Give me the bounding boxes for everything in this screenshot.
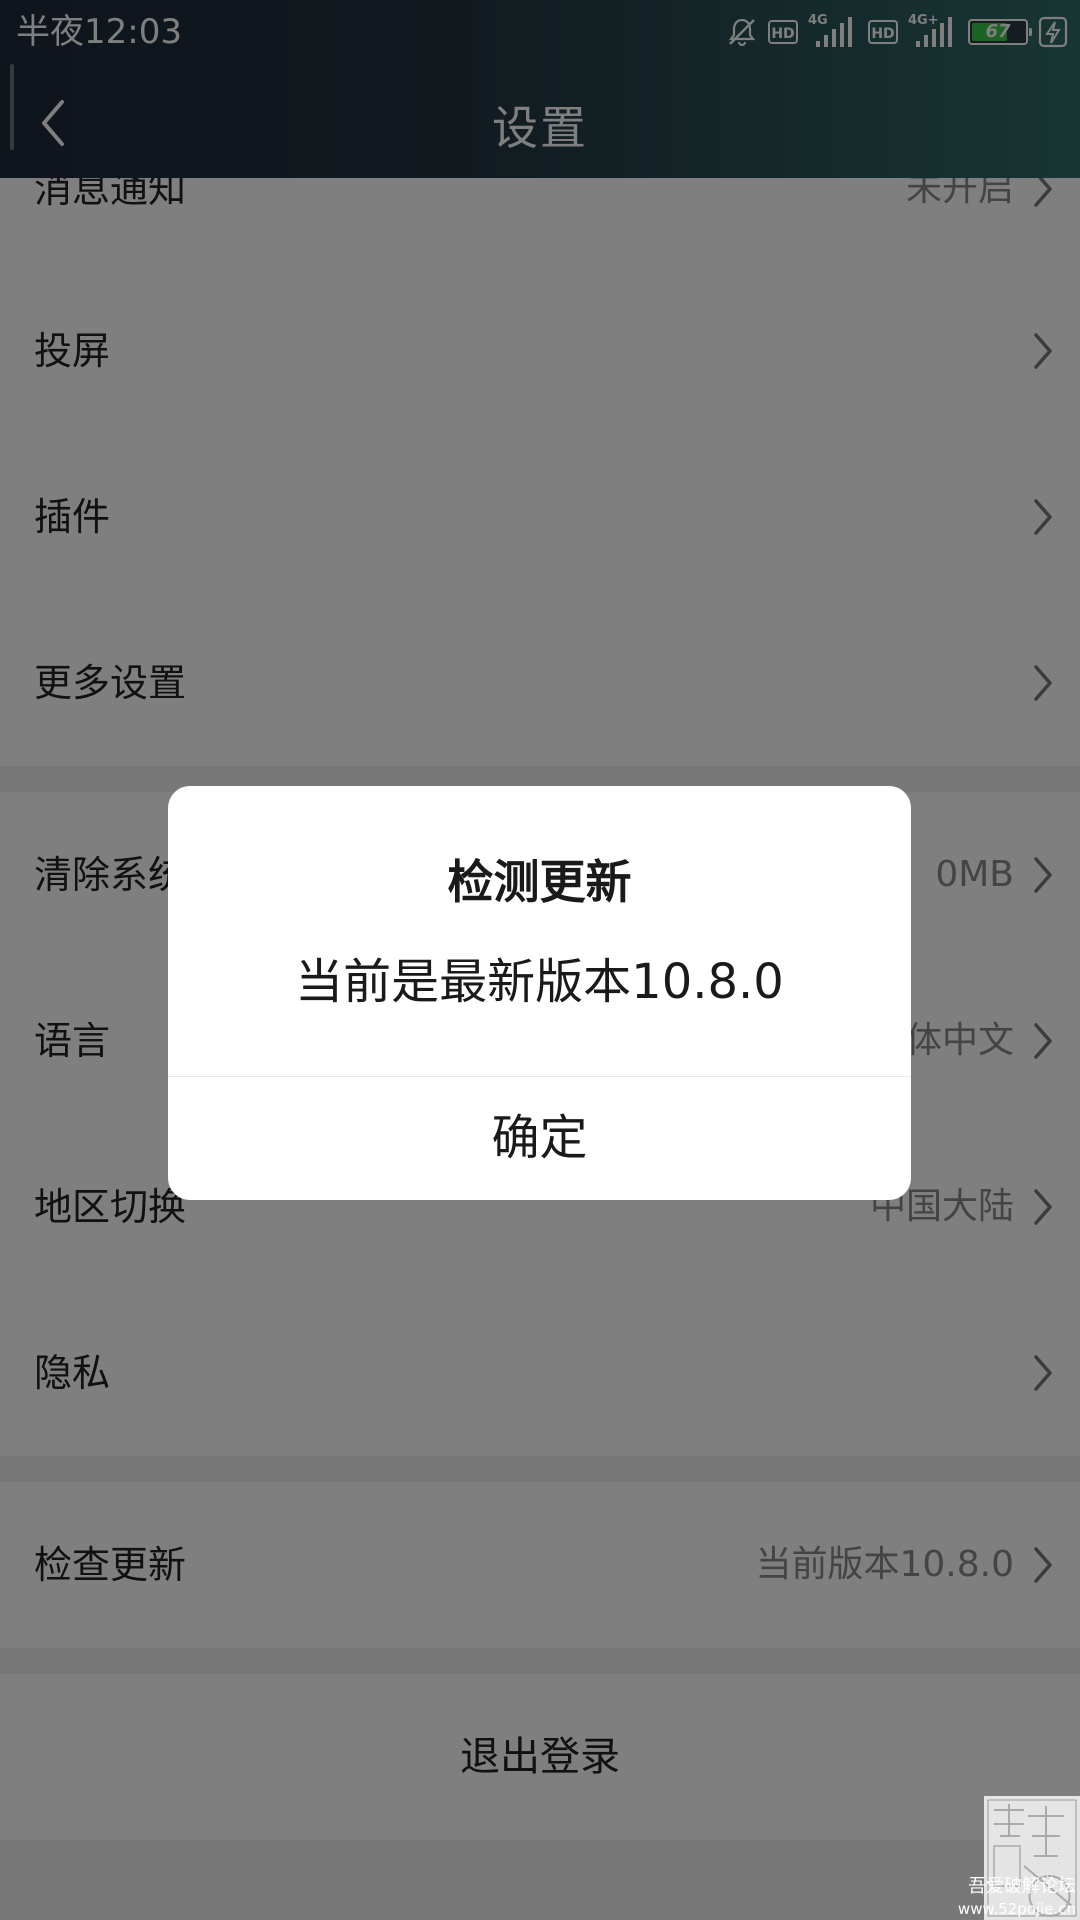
confirm-button[interactable]: 确定 bbox=[168, 1077, 911, 1200]
dialog-message: 当前是最新版本10.8.0 bbox=[295, 954, 784, 1010]
dialog-title: 检测更新 bbox=[447, 855, 632, 909]
watermark-url: www.52pojie.cn bbox=[957, 1900, 1076, 1918]
update-dialog: 检测更新 当前是最新版本10.8.0 确定 bbox=[168, 786, 911, 1200]
settings-screen: 半夜12:03 HD 4G bbox=[0, 0, 1080, 1920]
watermark-site-name: 吾爱破解论坛 bbox=[968, 1876, 1076, 1897]
